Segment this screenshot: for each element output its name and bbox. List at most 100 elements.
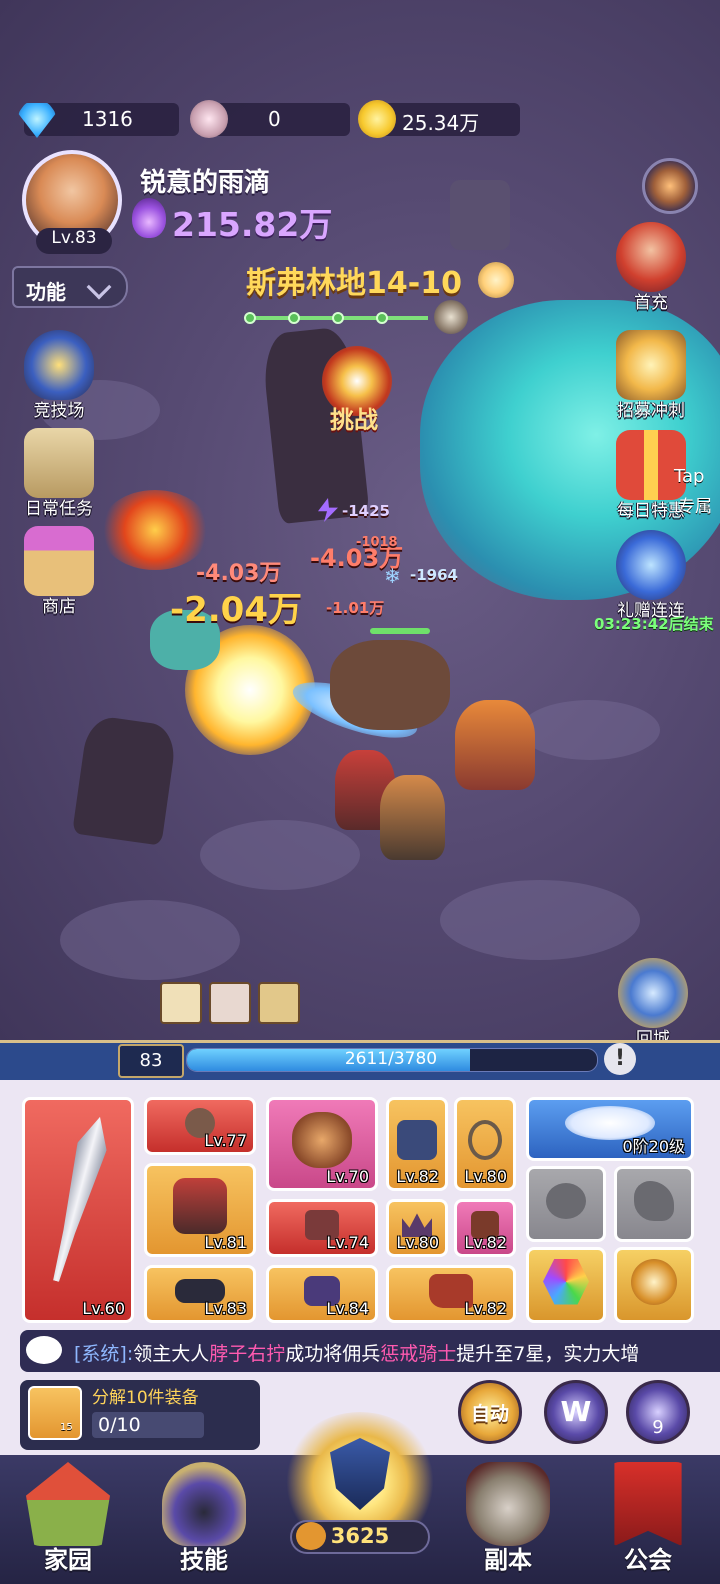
emblem-slot[interactable] — [614, 1247, 694, 1323]
gift-box-icon — [616, 430, 686, 500]
shop-icon — [24, 526, 94, 596]
center-count: 3625 — [330, 1524, 390, 1548]
wings-label: 0阶20级 — [622, 1137, 685, 1156]
equip-slot-ring[interactable]: Lv.77 — [144, 1097, 256, 1155]
necklace-icon — [468, 1119, 502, 1160]
nav-home[interactable]: 家园 — [8, 1462, 128, 1575]
chevron-down-icon — [86, 274, 112, 300]
sidebar-item-shop[interactable]: 商店 — [18, 526, 100, 617]
w-skill-button[interactable]: W — [544, 1380, 608, 1444]
equip-level: Lv.83 — [204, 1299, 247, 1318]
player-name: 锐意的雨滴 — [140, 168, 271, 198]
recruit-sprint-label: 招募冲刺 — [617, 401, 685, 421]
buff-fire-up-icon[interactable] — [209, 982, 251, 1024]
auto-label: 自动 — [470, 1403, 509, 1425]
buff-shield-icon[interactable] — [258, 982, 300, 1024]
sidebar-item-label: 日常任务 — [25, 499, 93, 519]
gem-slot[interactable] — [526, 1247, 606, 1323]
equip-level: Lv.82 — [464, 1299, 507, 1318]
system-text: 提升至7星，实力大增 — [456, 1343, 640, 1365]
damage-number-crit: -2.04万 — [170, 590, 302, 630]
sidebar-item-label: 商店 — [42, 597, 76, 617]
function-menu-button[interactable]: 功能 — [12, 266, 128, 308]
skull-totem — [450, 180, 510, 250]
ground-stone — [60, 900, 240, 980]
damage-number: -1.01万 — [326, 599, 385, 617]
house-icon — [26, 1462, 110, 1546]
scroll-icon — [24, 428, 94, 498]
nav-label: 副本 — [484, 1546, 532, 1574]
tap-badge: Tap — [674, 466, 705, 487]
system-message: [系统]:领主大人脖子右拧成功将佣兵惩戒骑士提升至7星，实力大增 — [74, 1339, 714, 1366]
system-prefix: [系统]: — [74, 1343, 134, 1365]
nav-skills[interactable]: 技能 — [144, 1462, 264, 1575]
buff-defense-up-icon[interactable] — [160, 982, 202, 1024]
decompose-count: 0/10 — [98, 1414, 141, 1436]
hero-level: 83 — [118, 1044, 184, 1078]
compass-icon[interactable] — [642, 158, 698, 214]
boss-skull-icon — [434, 300, 468, 334]
equip-slot-boots[interactable]: Lv.82 — [386, 1265, 516, 1323]
dead-tree — [72, 714, 178, 846]
return-city-button[interactable]: 回城 — [612, 958, 694, 1049]
hero-gunner — [380, 775, 445, 860]
equip-slot-belt[interactable]: Lv.83 — [144, 1265, 256, 1323]
equip-slot-necklace[interactable]: Lv.80 — [454, 1097, 516, 1191]
diamond-value: 1316 — [82, 107, 133, 131]
speed-button[interactable]: 9 — [626, 1380, 690, 1444]
equip-level: Lv.60 — [82, 1299, 125, 1318]
nav-dungeon[interactable]: 副本 — [448, 1462, 568, 1575]
event-timer: 03:23:42后结束 — [594, 615, 714, 633]
xp-text: 2611/3780 — [344, 1049, 438, 1069]
ground-stone — [200, 820, 360, 890]
locked-slot-pet[interactable] — [526, 1166, 606, 1242]
w-label: W — [560, 1395, 592, 1428]
equip-slot-pet[interactable]: Lv.70 — [266, 1097, 378, 1191]
sidebar-item-daily-tasks[interactable]: 日常任务 — [18, 428, 100, 519]
hero-dwarf — [455, 700, 535, 790]
equip-slot-armor[interactable]: Lv.81 — [144, 1163, 256, 1257]
recruit-sprint-button[interactable]: 招募冲刺 — [610, 330, 692, 421]
info-icon[interactable]: ! — [604, 1043, 636, 1075]
enemy-health-bar — [370, 628, 430, 634]
equip-slot-glove[interactable]: Lv.82 — [454, 1199, 516, 1257]
equip-slot-crown[interactable]: Lv.80 — [386, 1199, 448, 1257]
stage-reward-icon[interactable] — [478, 262, 514, 298]
stage-node — [332, 312, 344, 324]
stage-progress — [244, 312, 428, 324]
ground-stone — [520, 700, 660, 760]
decompose-title: 分解10件装备 — [92, 1388, 199, 1408]
first-recharge-label: 首充 — [634, 293, 668, 313]
stage-node — [288, 312, 300, 324]
bread-badge: 15 — [60, 1422, 73, 1433]
auto-battle-button[interactable]: 自动 — [458, 1380, 522, 1444]
banner-icon — [614, 1462, 682, 1546]
damage-number: -1425 — [342, 502, 390, 520]
gold-value: 25.34万 — [402, 111, 480, 135]
nav-guild[interactable]: 公会 — [588, 1462, 708, 1575]
hero-portrait-icon — [616, 222, 686, 292]
first-recharge-button[interactable]: 首充 — [610, 222, 692, 313]
sidebar-item-arena[interactable]: 竞技场 — [18, 330, 100, 421]
system-text: 领主大人 — [133, 1343, 210, 1365]
equip-slot-bracer[interactable]: Lv.74 — [266, 1199, 378, 1257]
wings-slot[interactable]: 0阶20级 — [526, 1097, 694, 1161]
system-player: 脖子右拧 — [209, 1343, 286, 1365]
exclusive-badge: 专属 — [678, 497, 712, 517]
gold-counter[interactable]: 25.34万 — [358, 100, 520, 138]
ticket-counter[interactable]: 0 — [190, 100, 350, 138]
equip-slot-pants[interactable]: Lv.82 — [386, 1097, 448, 1191]
chat-bubble-icon[interactable] — [26, 1336, 62, 1364]
equip-level: Lv.81 — [204, 1233, 247, 1252]
equip-level: Lv.84 — [326, 1299, 369, 1318]
ticket-icon — [190, 100, 228, 138]
equip-slot-weapon[interactable]: Lv.60 — [22, 1097, 134, 1323]
equip-slot-gauntlet[interactable]: Lv.84 — [266, 1265, 378, 1323]
hood-icon — [162, 1462, 246, 1546]
equip-level: Lv.80 — [464, 1167, 507, 1186]
locked-slot-mount[interactable] — [614, 1166, 694, 1242]
diamond-counter[interactable]: 1316 — [18, 103, 179, 138]
equip-level: Lv.82 — [464, 1233, 507, 1252]
shield-icon — [24, 330, 94, 400]
gift-chain-button[interactable]: 礼赠连连 — [610, 530, 692, 621]
